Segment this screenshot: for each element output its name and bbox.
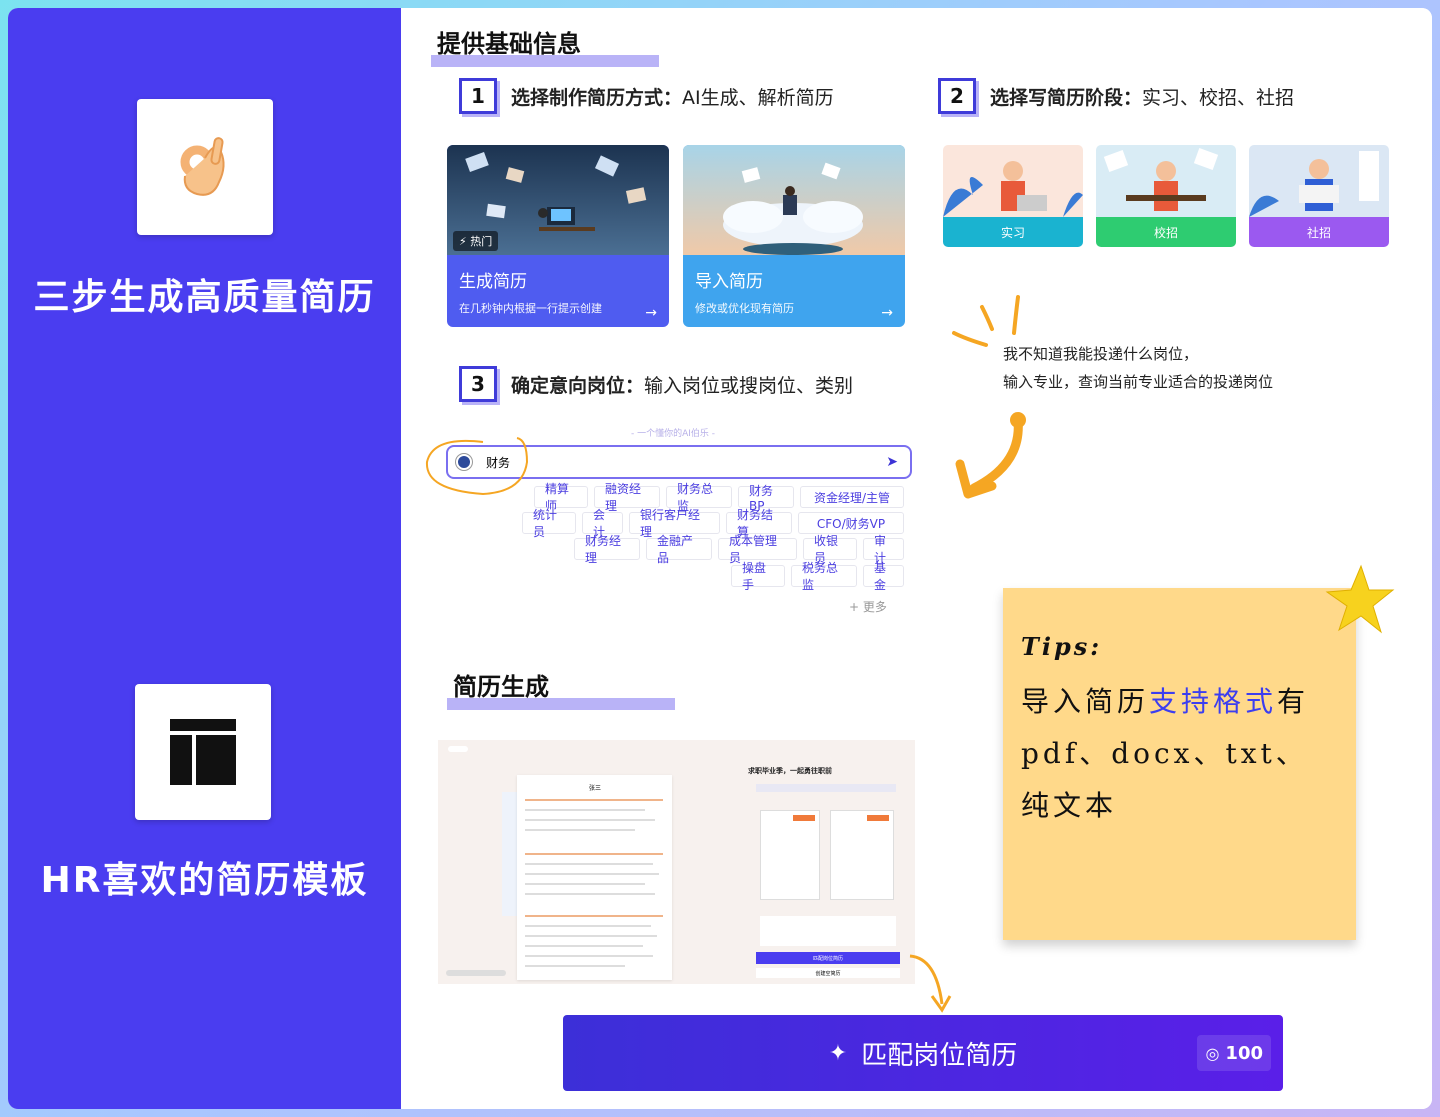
job-chip[interactable]: 财务经理 [574,534,640,565]
card-generate-title: 生成简历 [459,272,527,292]
job-chip[interactable]: 财务结算 [726,508,792,539]
step1-number: 1 [459,78,497,114]
job-chip[interactable]: 资金经理/主管 [800,486,904,508]
section1-title: 提供基础信息 [431,24,659,67]
cta-arrow-icon [909,954,952,1013]
template-panel-title: 求职毕业季，一起勇往职前 [748,767,832,775]
match-resume-cta-button[interactable]: ✦ 匹配岗位简历 ◎ 100 [563,1015,1283,1091]
feature2-title: HR喜欢的简历模板 [40,860,369,901]
layout-icon-card [135,684,271,820]
template-thumb-2[interactable] [830,810,894,900]
flame-icon: ⚡ [459,235,467,248]
step2-options: 实习、校招、社招 [1142,86,1295,109]
preview-new-button[interactable]: 创建空简历 [756,968,900,978]
layout-template-icon [170,719,236,785]
job-chip[interactable]: 审计 [863,534,904,565]
curved-arrow-icon [955,412,1026,499]
job-chip[interactable]: 税务总监 [791,561,857,592]
resume-preview: 张三 求职毕业季，一起勇往职前 匹配岗位简历 创建空简历 [438,740,915,984]
job-chip[interactable]: 财务总监 [666,482,732,513]
resume-name: 张三 [589,785,602,792]
job-chip[interactable]: 基金 [863,561,904,592]
star-icon [1325,564,1395,634]
arrow-right-icon: → [881,305,893,321]
job-chip[interactable]: 金融产品 [646,534,712,565]
step2-label: 选择写简历阶段： [990,86,1143,109]
stage-intern-label: 实习 [943,217,1083,247]
main-frame: 三步生成高质量简历 HR喜欢的简历模板 提供基础信息 1 选择制作简历方式： A… [8,8,1432,1109]
step3: 3 确定意向岗位： 输入岗位或搜岗位、类别 [459,366,853,402]
step3-number: 3 [459,366,497,402]
stage-campus-image [1096,145,1236,217]
card-generate-image: ⚡ 热门 [447,145,669,255]
person-reading-illustration [1249,151,1379,217]
card-generate-subtitle: 在几秒钟内根据一行提示创建 [459,302,602,315]
step1-options: AI生成、解析简历 [682,86,834,109]
section2-title: 简历生成 [447,667,675,710]
job-chip[interactable]: 财务BP [738,484,794,513]
stage-intern-image [943,145,1083,217]
card-import-resume[interactable]: 导入简历 修改或优化现有简历 → [683,145,905,327]
ok-hand-icon-card [137,99,273,235]
stage-social-label: 社招 [1249,217,1389,247]
cloud-reading-illustration [723,162,863,255]
step1-label: 选择制作简历方式： [511,86,683,109]
job-chip[interactable]: 精算师 [534,482,588,513]
step1: 1 选择制作简历方式： AI生成、解析简历 [459,78,834,114]
right-panel: 提供基础信息 1 选择制作简历方式： AI生成、解析简历 2 选择写简历阶段： … [401,8,1432,1109]
help-note: 我不知道我能投递什么岗位， 输入专业，查询当前专业适合的投递岗位 [1003,340,1273,396]
job-chip[interactable]: 收银员 [803,534,857,565]
cta-label: 匹配岗位简历 [861,1040,1018,1071]
credits-value: 100 [1225,1042,1263,1064]
stage-social-image [1249,145,1389,217]
tips-body: 导入简历支持格式有 pdf、docx、txt、 纯文本 [1021,685,1310,822]
stage-campus[interactable]: 校招 [1096,145,1236,247]
search-hint: - 一个懂你的AI伯乐 - [631,429,716,439]
card-import-title: 导入简历 [695,272,763,292]
credits-badge: ◎ 100 [1197,1035,1271,1071]
preview-match-button[interactable]: 匹配岗位简历 [756,952,900,964]
card-import-subtitle: 修改或优化现有简历 [695,302,794,315]
tips-note: Tips: 导入简历支持格式有 pdf、docx、txt、 纯文本 [1003,588,1356,940]
job-chip[interactable]: 成本管理员 [718,534,797,565]
card-generate-text: 生成简历 在几秒钟内根据一行提示创建 → [447,255,669,327]
more-link[interactable]: + 更多 [849,598,887,615]
highlight-circle-doodle [425,437,529,496]
step3-label: 确定意向岗位： [511,374,645,397]
template-panel-search [756,784,896,792]
template-thumb-1[interactable] [760,810,820,900]
template-row-2 [760,916,896,946]
coin-stack-icon: ◎ [1205,1043,1220,1063]
help-note-line1: 我不知道我能投递什么岗位， [1003,345,1199,363]
card-import-text: 导入简历 修改或优化现有简历 → [683,255,905,327]
job-chip[interactable]: 银行客户经理 [629,508,720,539]
sparkle-icon: ✦ [828,1040,848,1066]
job-chip[interactable]: 统计员 [522,508,576,539]
stage-intern[interactable]: 实习 [943,145,1083,247]
card-generate-resume[interactable]: ⚡ 热门 生成简历 在几秒钟内根据一行提示创建 → [447,145,669,327]
feature1-title: 三步生成高质量简历 [33,277,376,318]
stage-campus-label: 校招 [1096,217,1236,247]
person-documents-illustration [1103,148,1219,211]
ok-hand-icon [180,137,225,196]
hot-badge: ⚡ 热门 [453,231,499,251]
job-chip[interactable]: CFO/财务VP [798,512,904,534]
status-bar [446,970,506,976]
person-laptop-illustration [943,161,1083,217]
help-note-line2: 输入专业，查询当前专业适合的投递岗位 [1003,373,1274,391]
step3-options: 输入岗位或搜岗位、类别 [644,374,854,397]
stage-social[interactable]: 社招 [1249,145,1389,247]
job-chip[interactable]: 融资经理 [594,482,660,513]
back-chip[interactable] [448,746,468,752]
card-import-image [683,145,905,255]
job-chip[interactable]: 会计 [582,508,623,539]
tips-label: Tips: [1021,632,1103,661]
step2-number: 2 [938,78,976,114]
resume-document: 张三 [517,775,672,980]
arrow-right-icon: → [645,305,657,321]
step2: 2 选择写简历阶段： 实习、校招、社招 [938,78,1294,114]
send-icon[interactable]: ➤ [886,454,898,470]
job-chip[interactable]: 操盘手 [731,561,785,592]
left-panel: 三步生成高质量简历 HR喜欢的简历模板 [8,8,401,1109]
